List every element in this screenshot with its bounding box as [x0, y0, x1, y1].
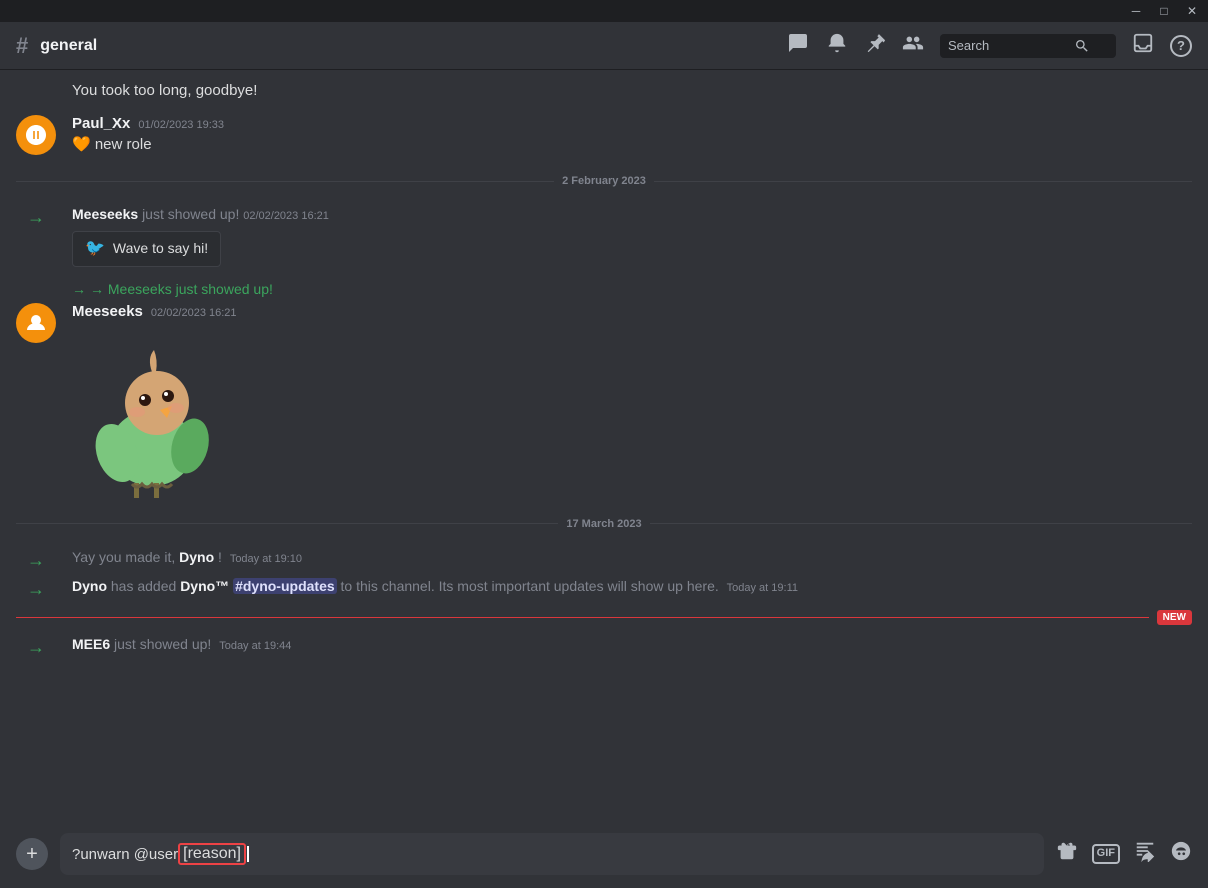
search-bar[interactable] — [940, 34, 1116, 58]
input-area: + ?unwarn @user [reason] GIF — [0, 820, 1208, 888]
unread-divider: NEW — [16, 610, 1192, 625]
mee6-username: MEE6 — [72, 636, 110, 652]
input-prefix: ?unwarn @user — [72, 846, 178, 863]
joined-arrow: → — [72, 281, 86, 297]
date-divider: 2 February 2023 — [16, 175, 1192, 187]
date-label: 2 February 2023 — [562, 175, 646, 187]
channel-name: general — [40, 37, 97, 55]
system-arrow-icon: → — [16, 548, 56, 571]
dyno-welcome-ts: Today at 19:10 — [230, 553, 302, 565]
gif-label: GIF — [1097, 847, 1115, 859]
divider-line — [16, 523, 558, 524]
divider-line — [654, 181, 1192, 182]
channel-hash-icon: # — [16, 33, 28, 59]
mee6-joined: → MEE6 just showed up! Today at 19:44 — [16, 633, 1192, 660]
message-header: Paul_Xx 01/02/2023 19:33 — [72, 115, 1192, 132]
header-icons: ? — [786, 31, 1192, 60]
title-bar: ─ □ ✕ — [0, 0, 1208, 22]
dyno-bot-name: Dyno™ — [180, 578, 229, 594]
meeseeks-username: Meeseeks — [72, 303, 143, 320]
wave-button[interactable]: 🐦 Wave to say hi! — [72, 231, 221, 267]
date-label: 17 March 2023 — [566, 518, 641, 530]
dyno-welcome-text: Yay you made it, — [72, 549, 179, 565]
notifications-icon[interactable] — [826, 32, 848, 59]
add-attachment-button[interactable]: + — [16, 838, 48, 870]
username: Paul_Xx — [72, 115, 130, 132]
mee6-ts: Today at 19:44 — [219, 640, 291, 652]
divider-line — [16, 181, 554, 182]
input-cursor — [247, 846, 249, 862]
inbox-icon[interactable] — [1132, 32, 1154, 59]
main-content: You took too long, goodbye! Paul_Xx 01/0… — [0, 70, 1208, 888]
new-badge: NEW — [1157, 610, 1192, 625]
meeseeks-header: Meeseeks 02/02/2023 16:21 — [72, 303, 1192, 320]
dyno-username: Dyno — [72, 578, 107, 594]
messages-area: You took too long, goodbye! Paul_Xx 01/0… — [0, 70, 1208, 820]
dyno-welcome: → Yay you made it, Dyno ! Today at 19:10 — [16, 546, 1192, 573]
emoji-icon[interactable] — [1170, 840, 1192, 868]
date-divider-mar: 17 March 2023 — [16, 518, 1192, 530]
system-timestamp: 02/02/2023 16:21 — [243, 210, 329, 222]
message-text: 🧡 new role — [72, 134, 1192, 155]
close-button[interactable]: ✕ — [1184, 4, 1200, 18]
system-arrow-icon: → — [16, 635, 56, 658]
gift-icon[interactable] — [1056, 840, 1078, 868]
message-group: Paul_Xx 01/02/2023 19:33 🧡 new role — [16, 111, 1192, 159]
system-text: Yay you made it, Dyno ! Today at 19:10 — [72, 548, 302, 568]
help-label: ? — [1177, 38, 1185, 53]
meeseeks-message-group: → → Meeseeks just showed up! Meeseeks 02… — [16, 281, 1192, 502]
plus-icon: + — [26, 843, 38, 866]
dyno-action2: to this channel. Its most important upda… — [341, 578, 719, 594]
joined-text: → Meeseeks just showed up! — [90, 281, 273, 297]
search-icon — [1074, 38, 1090, 54]
dyno-added-ts: Today at 19:11 — [727, 582, 798, 594]
system-action: just showed up! — [142, 206, 243, 222]
mee6-action: just showed up! — [114, 636, 211, 652]
channel-header: # general — [0, 22, 1208, 70]
system-message: → Meeseeks just showed up! 02/02/2023 16… — [16, 203, 1192, 269]
system-username: Meeseeks — [72, 206, 138, 222]
system-arrow-icon: → — [16, 577, 56, 600]
meeseeks-timestamp: 02/02/2023 16:21 — [151, 307, 237, 319]
dyno-welcome-suffix: ! — [218, 549, 222, 565]
system-text: Meeseeks just showed up! 02/02/2023 16:2… — [72, 205, 329, 267]
message-input-box[interactable]: ?unwarn @user [reason] — [60, 833, 1044, 875]
input-icons: GIF — [1056, 840, 1192, 868]
meeseeks-avatar — [16, 303, 56, 343]
dyno-added: → Dyno has added Dyno™ #dyno-updates to … — [16, 575, 1192, 602]
truncated-message: You took too long, goodbye! — [16, 70, 1192, 103]
avatar — [16, 115, 56, 155]
dyno-welcome-name: Dyno — [179, 549, 214, 565]
joined-line: → → Meeseeks just showed up! — [72, 281, 1192, 297]
system-text: Dyno has added Dyno™ #dyno-updates to th… — [72, 577, 798, 597]
search-input[interactable] — [948, 38, 1068, 53]
input-reason: [reason] — [178, 843, 246, 865]
maximize-button[interactable]: □ — [1156, 4, 1172, 18]
members-icon[interactable] — [902, 32, 924, 59]
help-icon[interactable]: ? — [1170, 35, 1192, 57]
threads-icon[interactable] — [786, 31, 810, 60]
dyno-channel[interactable]: #dyno-updates — [233, 578, 337, 594]
sticker-icon[interactable] — [1134, 840, 1156, 868]
wave-label: Wave to say hi! — [113, 239, 208, 259]
gif-button[interactable]: GIF — [1092, 844, 1120, 863]
meeseeks-content: Meeseeks 02/02/2023 16:21 — [72, 303, 1192, 498]
timestamp: 01/02/2023 19:33 — [138, 119, 224, 131]
pinned-icon[interactable] — [864, 32, 886, 59]
minimize-button[interactable]: ─ — [1128, 4, 1144, 18]
divider-line — [650, 523, 1192, 524]
message-content: Paul_Xx 01/02/2023 19:33 🧡 new role — [72, 115, 1192, 155]
bird-svg — [72, 328, 232, 498]
dyno-action1: has added — [111, 578, 180, 594]
dyno-added-wrapper: → Dyno has added Dyno™ #dyno-updates to … — [16, 575, 1192, 625]
system-arrow-icon: → — [16, 205, 56, 228]
bird-image — [72, 328, 232, 498]
message-group: Meeseeks 02/02/2023 16:21 — [16, 299, 1192, 502]
unread-line — [16, 617, 1149, 618]
system-text: MEE6 just showed up! Today at 19:44 — [72, 635, 291, 655]
